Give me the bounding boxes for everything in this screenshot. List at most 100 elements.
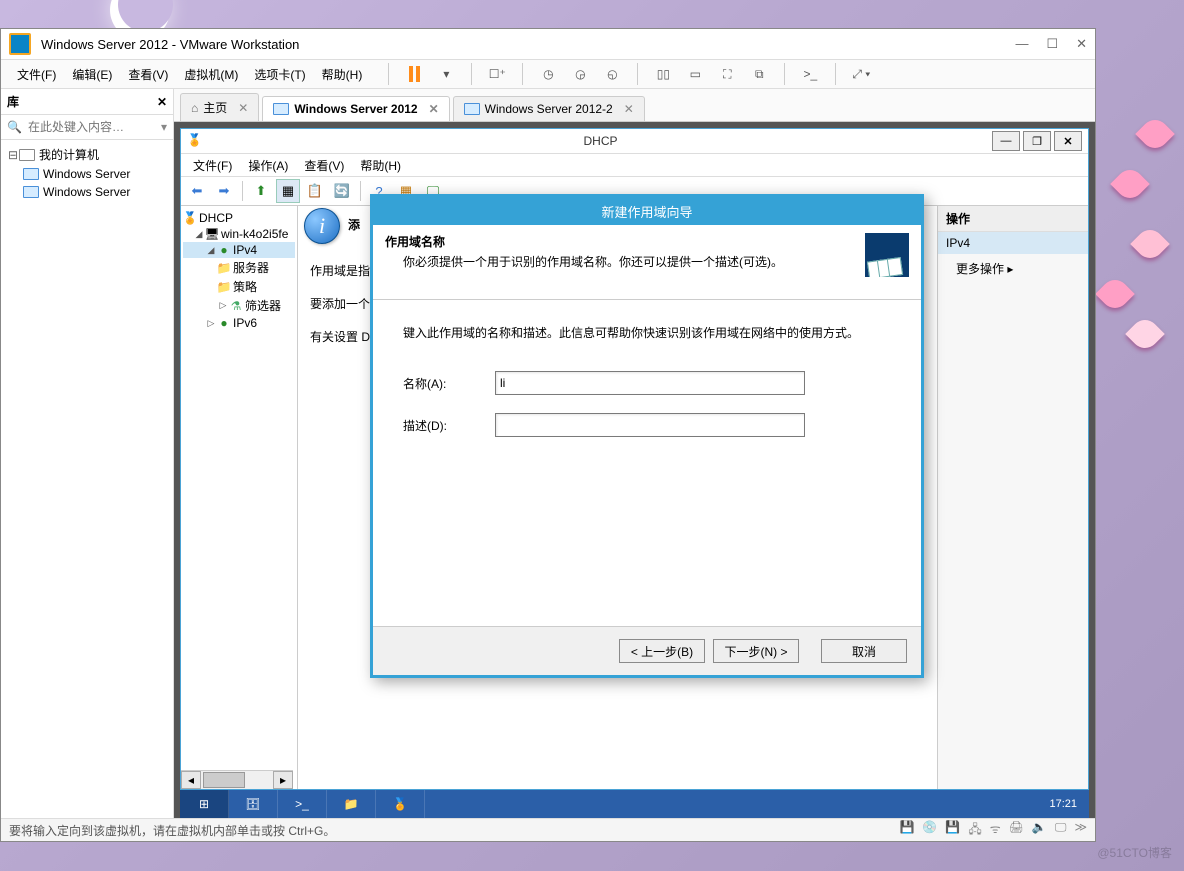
tab-close-icon[interactable]: ✕ bbox=[624, 102, 634, 116]
task-powershell[interactable]: >_ bbox=[278, 790, 327, 818]
mmc-menu-file[interactable]: 文件(F) bbox=[185, 155, 240, 176]
start-button[interactable]: ⊞ bbox=[180, 790, 229, 818]
filter-icon: ⚗ bbox=[229, 299, 243, 313]
mmc-minimize-button[interactable]: — bbox=[992, 131, 1020, 151]
library-close-button[interactable]: ✕ bbox=[157, 95, 167, 109]
tab-vm-2[interactable]: Windows Server 2012-2 ✕ bbox=[453, 96, 645, 121]
next-button[interactable]: 下一步(N) > bbox=[713, 639, 799, 663]
tree-vm-1[interactable]: Windows Server bbox=[1, 165, 173, 183]
status-hdd-icon[interactable]: 💾 bbox=[899, 820, 914, 841]
new-scope-wizard: 新建作用域向导 作用域名称 你必须提供一个用于识别的作用域名称。你还可以提供一个… bbox=[370, 194, 924, 678]
home-icon: ⌂ bbox=[191, 101, 198, 115]
chevron-right-icon: ▸ bbox=[1007, 262, 1013, 276]
tab-vm-active[interactable]: Windows Server 2012 ✕ bbox=[262, 96, 449, 121]
close-button[interactable]: ✕ bbox=[1076, 36, 1087, 52]
library-title: 库 bbox=[7, 93, 19, 110]
status-net-icon[interactable]: 🖧 bbox=[968, 820, 981, 841]
power-dropdown[interactable]: ▾ bbox=[433, 63, 459, 85]
task-dhcp[interactable]: 🏅 bbox=[376, 790, 425, 818]
cancel-button[interactable]: 取消 bbox=[821, 639, 907, 663]
status-printer-icon[interactable]: 🖨 bbox=[1009, 820, 1024, 841]
status-sound-icon[interactable]: 🔈 bbox=[1032, 820, 1047, 841]
forward-button[interactable]: ➡ bbox=[212, 179, 236, 203]
tree-my-computer[interactable]: ⊟ 我的计算机 bbox=[1, 144, 173, 165]
export-button[interactable]: 📋 bbox=[303, 179, 327, 203]
server-icon: 🖥 bbox=[205, 227, 219, 241]
snapshot-button[interactable]: ☐⁺ bbox=[484, 63, 510, 85]
refresh-button[interactable]: 🔄 bbox=[330, 179, 354, 203]
scope-name-input[interactable] bbox=[495, 371, 805, 395]
library-search[interactable]: 🔍 ▾ bbox=[1, 115, 173, 140]
thumbnail-button[interactable]: ⧉ bbox=[746, 63, 772, 85]
menu-edit[interactable]: 编辑(E) bbox=[64, 62, 120, 87]
menu-tabs[interactable]: 选项卡(T) bbox=[246, 62, 313, 87]
library-search-input[interactable] bbox=[26, 119, 161, 135]
back-button[interactable]: ⬅ bbox=[185, 179, 209, 203]
vmware-logo-icon bbox=[9, 33, 31, 55]
menu-file[interactable]: 文件(F) bbox=[9, 62, 64, 87]
info-icon: i bbox=[304, 208, 340, 244]
up-button[interactable]: ⬆ bbox=[249, 179, 273, 203]
vmware-titlebar: Windows Server 2012 - VMware Workstation… bbox=[1, 29, 1095, 60]
wizard-header-bold: 作用域名称 bbox=[385, 235, 445, 249]
menu-help[interactable]: 帮助(H) bbox=[314, 62, 371, 87]
back-button[interactable]: < 上一步(B) bbox=[619, 639, 705, 663]
vmware-statusbar: 要将输入定向到该虚拟机，请在虚拟机内部单击或按 Ctrl+G。 💾 💿 💾 🖧 … bbox=[1, 818, 1095, 841]
status-floppy-icon[interactable]: 💾 bbox=[945, 820, 960, 841]
search-dropdown-icon[interactable]: ▾ bbox=[161, 120, 167, 134]
mmc-menu-help[interactable]: 帮助(H) bbox=[352, 155, 409, 176]
task-server-manager[interactable]: 🗄 bbox=[229, 790, 278, 818]
menu-vm[interactable]: 虚拟机(M) bbox=[176, 62, 246, 87]
actions-more[interactable]: 更多操作 ▸ bbox=[938, 254, 1088, 283]
unity-button[interactable]: ⛶ bbox=[714, 63, 740, 85]
view-split-button[interactable]: ▭ bbox=[682, 63, 708, 85]
scope-desc-input[interactable] bbox=[495, 413, 805, 437]
status-more-icon[interactable]: ≫ bbox=[1074, 820, 1087, 841]
vm-icon bbox=[23, 186, 39, 198]
wizard-hint: 键入此作用域的名称和描述。此信息可帮助你快速识别该作用域在网络中的使用方式。 bbox=[403, 324, 891, 341]
snapshot-take-button[interactable]: ◷ bbox=[535, 63, 561, 85]
maximize-button[interactable]: ☐ bbox=[1046, 36, 1058, 52]
tree-filters[interactable]: ▷⚗筛选器 bbox=[183, 296, 295, 315]
mmc-menu-action[interactable]: 操作(A) bbox=[240, 155, 296, 176]
tab-home[interactable]: ⌂ 主页 ✕ bbox=[180, 93, 259, 121]
mmc-actions-pane: 操作 IPv4 更多操作 ▸ bbox=[937, 206, 1088, 789]
tree-server-options[interactable]: 📁服务器 bbox=[183, 258, 295, 277]
mmc-close-button[interactable]: ✕ bbox=[1054, 131, 1082, 151]
snapshot-manage-button[interactable]: ◵ bbox=[599, 63, 625, 85]
tree-server[interactable]: ◢🖥win-k4o2i5fe bbox=[183, 226, 295, 242]
pause-button[interactable] bbox=[401, 63, 427, 85]
vm-display[interactable]: 🏅 DHCP — ❐ ✕ 文件(F) 操作(A) bbox=[174, 122, 1095, 818]
menu-view[interactable]: 查看(V) bbox=[120, 62, 176, 87]
ipv6-icon: ● bbox=[217, 316, 231, 330]
tree-ipv6[interactable]: ▷●IPv6 bbox=[183, 315, 295, 331]
snapshot-revert-button[interactable]: ◶ bbox=[567, 63, 593, 85]
view-single-button[interactable]: ▯▯ bbox=[650, 63, 676, 85]
mmc-menubar: 文件(F) 操作(A) 查看(V) 帮助(H) bbox=[181, 154, 1088, 177]
tab-close-icon[interactable]: ✕ bbox=[429, 102, 439, 116]
guest-clock[interactable]: 17:21 bbox=[1037, 798, 1089, 810]
console-button[interactable]: >_ bbox=[797, 63, 823, 85]
tree-vm-2[interactable]: Windows Server bbox=[1, 183, 173, 201]
fullscreen-button[interactable]: ⤢ ▾ bbox=[848, 63, 874, 85]
tab-close-icon[interactable]: ✕ bbox=[238, 101, 248, 115]
vmware-library-panel: 库 ✕ 🔍 ▾ ⊟ 我的计算机 Windows Server bbox=[1, 89, 174, 818]
task-explorer[interactable]: 📁 bbox=[327, 790, 376, 818]
status-usb-icon[interactable]: ᯤ bbox=[990, 820, 1001, 841]
tree-policies[interactable]: 📁策略 bbox=[183, 277, 295, 296]
vm-icon bbox=[23, 168, 39, 180]
dhcp-root-icon: 🏅 bbox=[183, 211, 197, 225]
show-hide-button[interactable]: ▦ bbox=[276, 179, 300, 203]
search-icon: 🔍 bbox=[7, 120, 22, 134]
status-text: 要将输入定向到该虚拟机，请在虚拟机内部单击或按 Ctrl+G。 bbox=[9, 822, 335, 839]
tree-dhcp-root[interactable]: 🏅DHCP bbox=[183, 210, 295, 226]
vmware-window: Windows Server 2012 - VMware Workstation… bbox=[0, 28, 1096, 842]
status-display-icon[interactable]: 🖵 bbox=[1055, 820, 1067, 841]
status-cd-icon[interactable]: 💿 bbox=[922, 820, 937, 841]
minimize-button[interactable]: — bbox=[1015, 36, 1028, 52]
tree-ipv4[interactable]: ◢●IPv4 bbox=[183, 242, 295, 258]
wizard-title: 新建作用域向导 bbox=[373, 197, 921, 225]
tree-scrollbar[interactable]: ◂▸ bbox=[181, 770, 293, 789]
mmc-maximize-button[interactable]: ❐ bbox=[1023, 131, 1051, 151]
mmc-menu-view[interactable]: 查看(V) bbox=[296, 155, 352, 176]
